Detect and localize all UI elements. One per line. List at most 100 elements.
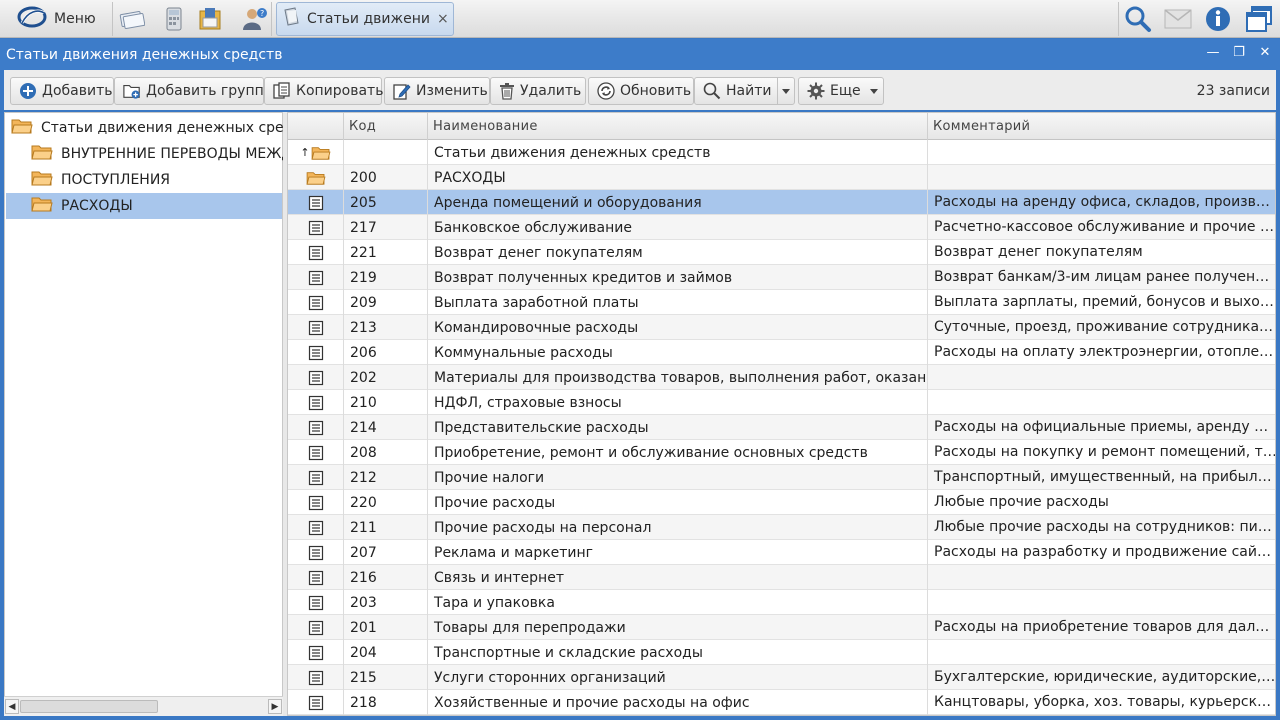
- restore-icon[interactable]: ❐: [1232, 44, 1246, 60]
- tree-root-label: Статьи движения денежных средств: [41, 120, 283, 136]
- more-button[interactable]: Еще: [798, 77, 884, 105]
- add-group-button[interactable]: Добавить группу: [114, 77, 272, 105]
- cell-comment: [928, 140, 1275, 165]
- scroll-right-icon[interactable]: ▶: [268, 699, 282, 714]
- tab-close-icon[interactable]: ×: [437, 11, 449, 27]
- cell-code: 208: [344, 440, 428, 465]
- header-name[interactable]: Наименование: [428, 113, 928, 140]
- delete-button[interactable]: Удалить: [490, 77, 586, 105]
- table-row[interactable]: 205 Аренда помещений и оборудования Расход…: [288, 190, 1275, 215]
- document-icon: [288, 615, 344, 640]
- cell-code: 218: [344, 690, 428, 715]
- document-icon: [288, 315, 344, 340]
- table-row[interactable]: 207 Реклама и маркетинг Расходы на разрабо…: [288, 540, 1275, 565]
- table-row[interactable]: 202 Материалы для производства товаров, в…: [288, 365, 1275, 390]
- tab-label: Статьи движения...: [307, 11, 429, 27]
- cell-comment: [928, 590, 1275, 615]
- tree-horizontal-scrollbar[interactable]: ◀ ▶: [4, 696, 283, 716]
- refresh-icon: [597, 82, 615, 100]
- scrollbar-thumb[interactable]: [20, 700, 158, 713]
- user-settings-icon[interactable]: ?: [240, 5, 268, 33]
- table-row[interactable]: 204 Транспортные и складские расходы: [288, 640, 1275, 665]
- cell-code: 202: [344, 365, 428, 390]
- find-label: Найти: [726, 83, 772, 99]
- cell-name: Прочие налоги: [428, 465, 928, 490]
- documents-icon[interactable]: [197, 5, 225, 33]
- trash-icon: [499, 82, 515, 100]
- table-row-group[interactable]: 200 РАСХОДЫ: [288, 165, 1275, 190]
- find-dropdown-button[interactable]: [777, 77, 795, 105]
- tree-item-expenses[interactable]: РАСХОДЫ: [6, 193, 282, 219]
- table-row[interactable]: 214 Представительские расходы Расходы на о…: [288, 415, 1275, 440]
- copy-button[interactable]: Копировать: [264, 77, 383, 105]
- cell-name: Связь и интернет: [428, 565, 928, 590]
- header-code[interactable]: Код: [344, 113, 428, 140]
- search-icon[interactable]: [1122, 4, 1154, 34]
- refresh-button[interactable]: Обновить: [588, 77, 694, 105]
- table-row-parent[interactable]: ↑ Статьи движения денежных средств: [288, 140, 1275, 165]
- windows-icon[interactable]: [1243, 4, 1275, 34]
- table-row[interactable]: 201 Товары для перепродажи Расходы на прио…: [288, 615, 1276, 640]
- table-row[interactable]: 209 Выплата заработной платы Выплата зарпл…: [288, 290, 1276, 315]
- table-row[interactable]: 208 Приобретение, ремонт и обслуживание о…: [288, 440, 1275, 465]
- table-row[interactable]: 211 Прочие расходы на персонал Любые прочи…: [288, 515, 1275, 540]
- menu-label: Меню: [54, 11, 96, 27]
- cell-name: Прочие расходы на персонал: [428, 515, 928, 540]
- cell-comment: Бухгалтерские, юридические, аудиторские,…: [934, 669, 1276, 685]
- cell-name: Материалы для производства товаров, выпо…: [428, 365, 928, 390]
- minimize-icon[interactable]: —: [1206, 44, 1220, 60]
- table-row[interactable]: 216 Связь и интернет: [288, 565, 1275, 590]
- cell-name: Командировочные расходы: [428, 315, 928, 340]
- money-icon[interactable]: [118, 5, 146, 33]
- header-comment[interactable]: Комментарий: [928, 113, 1275, 140]
- cell-comment: Любые прочие расходы на сотрудников: пит…: [934, 519, 1275, 535]
- edit-button[interactable]: Изменить: [384, 77, 490, 105]
- tree-item-receipts[interactable]: ПОСТУПЛЕНИЯ: [31, 167, 283, 193]
- table-row[interactable]: 221 Возврат денег покупателям Возврат дене…: [288, 240, 1275, 265]
- scroll-left-icon[interactable]: ◀: [5, 699, 19, 714]
- cell-code: 220: [344, 490, 428, 515]
- add-button[interactable]: Добавить: [10, 77, 114, 105]
- cell-comment: Выплата зарплаты, премий, бонусов и выхо…: [934, 294, 1276, 310]
- table-row[interactable]: 212 Прочие налоги Транспортный, имуществен…: [288, 465, 1275, 490]
- document-icon: [288, 490, 344, 515]
- table-row[interactable]: 218 Хозяйственные и прочие расходы на офи…: [288, 690, 1275, 715]
- info-icon[interactable]: [1202, 4, 1234, 34]
- tree-root[interactable]: Статьи движения денежных средств: [11, 115, 283, 141]
- document-icon: [288, 215, 344, 240]
- find-button[interactable]: Найти: [694, 77, 778, 105]
- main-menu-button[interactable]: Меню: [6, 4, 106, 34]
- table-row[interactable]: 210 НДФЛ, страховые взносы: [288, 390, 1275, 415]
- document-icon: [288, 665, 344, 690]
- tree-item-internal-transfers[interactable]: ВНУТРЕННИЕ ПЕРЕВОДЫ МЕЖДУ: [31, 141, 283, 167]
- tab-cash-flow-items[interactable]: Статьи движения... ×: [276, 2, 454, 36]
- cell-name: НДФЛ, страховые взносы: [428, 390, 928, 415]
- document-icon: [288, 415, 344, 440]
- table-row[interactable]: 213 Командировочные расходы Суточные, прое…: [288, 315, 1275, 340]
- caret-down-icon: [782, 88, 790, 94]
- calculator-icon[interactable]: [160, 5, 188, 33]
- cell-comment: Расходы на приобретение товаров для даль…: [934, 619, 1276, 635]
- cell-code: 203: [344, 590, 428, 615]
- table-row[interactable]: 217 Банковское обслуживание Расчетно-кассо…: [288, 215, 1275, 240]
- table-row[interactable]: 219 Возврат полученных кредитов и займов В…: [288, 265, 1275, 290]
- document-icon: [288, 590, 344, 615]
- cell-name: Хозяйственные и прочие расходы на офис: [428, 690, 928, 715]
- cell-code: 200: [344, 165, 428, 190]
- table-row[interactable]: 203 Тара и упаковка: [288, 590, 1275, 615]
- cell-name: Возврат полученных кредитов и займов: [428, 265, 928, 290]
- record-count: 23 записи: [1196, 83, 1270, 99]
- cell-name: Реклама и маркетинг: [428, 540, 928, 565]
- table-row[interactable]: 215 Услуги сторонних организаций Бухгалтер…: [288, 665, 1276, 690]
- document-icon: [288, 365, 344, 390]
- close-icon[interactable]: ✕: [1258, 44, 1272, 60]
- cell-name: Банковское обслуживание: [428, 215, 928, 240]
- table-row[interactable]: 220 Прочие расходы Любые прочие расходы: [288, 490, 1275, 515]
- document-icon: [288, 190, 344, 215]
- cell-code: 209: [344, 290, 428, 315]
- mail-icon[interactable]: [1162, 4, 1194, 34]
- cell-comment: [928, 165, 1275, 190]
- table-row[interactable]: 206 Коммунальные расходы Расходы на оплату…: [288, 340, 1275, 365]
- add-label: Добавить: [42, 83, 113, 99]
- cell-comment: Возврат денег покупателям: [934, 244, 1143, 260]
